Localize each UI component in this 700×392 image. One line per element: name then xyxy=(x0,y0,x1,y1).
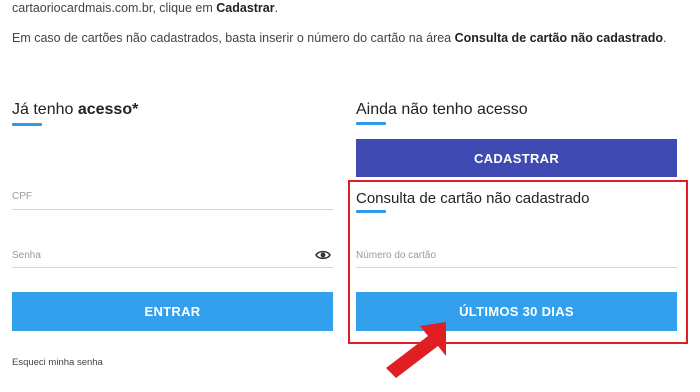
signup-title-accent xyxy=(356,122,386,125)
cpf-placeholder: CPF xyxy=(12,191,32,202)
arrow-icon xyxy=(380,318,460,382)
card-lookup-title-accent xyxy=(356,210,386,213)
login-title: Já tenho acesso* xyxy=(12,101,138,119)
card-number-placeholder: Número do cartão xyxy=(356,250,437,261)
login-title-bold: acesso* xyxy=(77,101,139,118)
register-button[interactable]: CADASTRAR xyxy=(356,139,677,177)
login-submit-button[interactable]: ENTRAR xyxy=(12,292,333,331)
cpf-field[interactable]: CPF xyxy=(12,185,333,210)
password-field[interactable]: Senha xyxy=(12,243,333,268)
eye-icon[interactable] xyxy=(315,248,331,260)
login-title-text: Já tenho xyxy=(12,101,78,118)
login-submit-label: ENTRAR xyxy=(144,304,201,319)
signup-title: Ainda não tenho acesso xyxy=(356,101,528,118)
intro-line-2: Em caso de cartões não cadastrados, bast… xyxy=(12,31,666,45)
card-number-field[interactable]: Número do cartão xyxy=(356,243,677,268)
intro-line-1-text: cartaoriocardmais.com.br, clique em xyxy=(12,1,217,15)
forgot-password-link[interactable]: Esqueci minha senha xyxy=(12,357,103,368)
intro-line-2-text: Em caso de cartões não cadastrados, bast… xyxy=(12,31,455,45)
register-label: CADASTRAR xyxy=(473,150,560,166)
intro-line-1-suffix: . xyxy=(274,1,279,15)
password-placeholder: Senha xyxy=(12,250,41,261)
login-title-accent xyxy=(12,123,42,126)
last-30-days-label: ÚLTIMOS 30 DIAS xyxy=(459,304,574,319)
intro-consulta-emphasis: Consulta de cartão não cadastrado xyxy=(454,31,663,45)
intro-cadastrar-emphasis: Cadastrar xyxy=(216,1,275,15)
intro-line-2-suffix: . xyxy=(663,31,667,45)
intro-line-1: cartaoriocardmais.com.br, clique em Cada… xyxy=(12,1,278,15)
card-lookup-title: Consulta de cartão não cadastrado xyxy=(356,190,590,207)
